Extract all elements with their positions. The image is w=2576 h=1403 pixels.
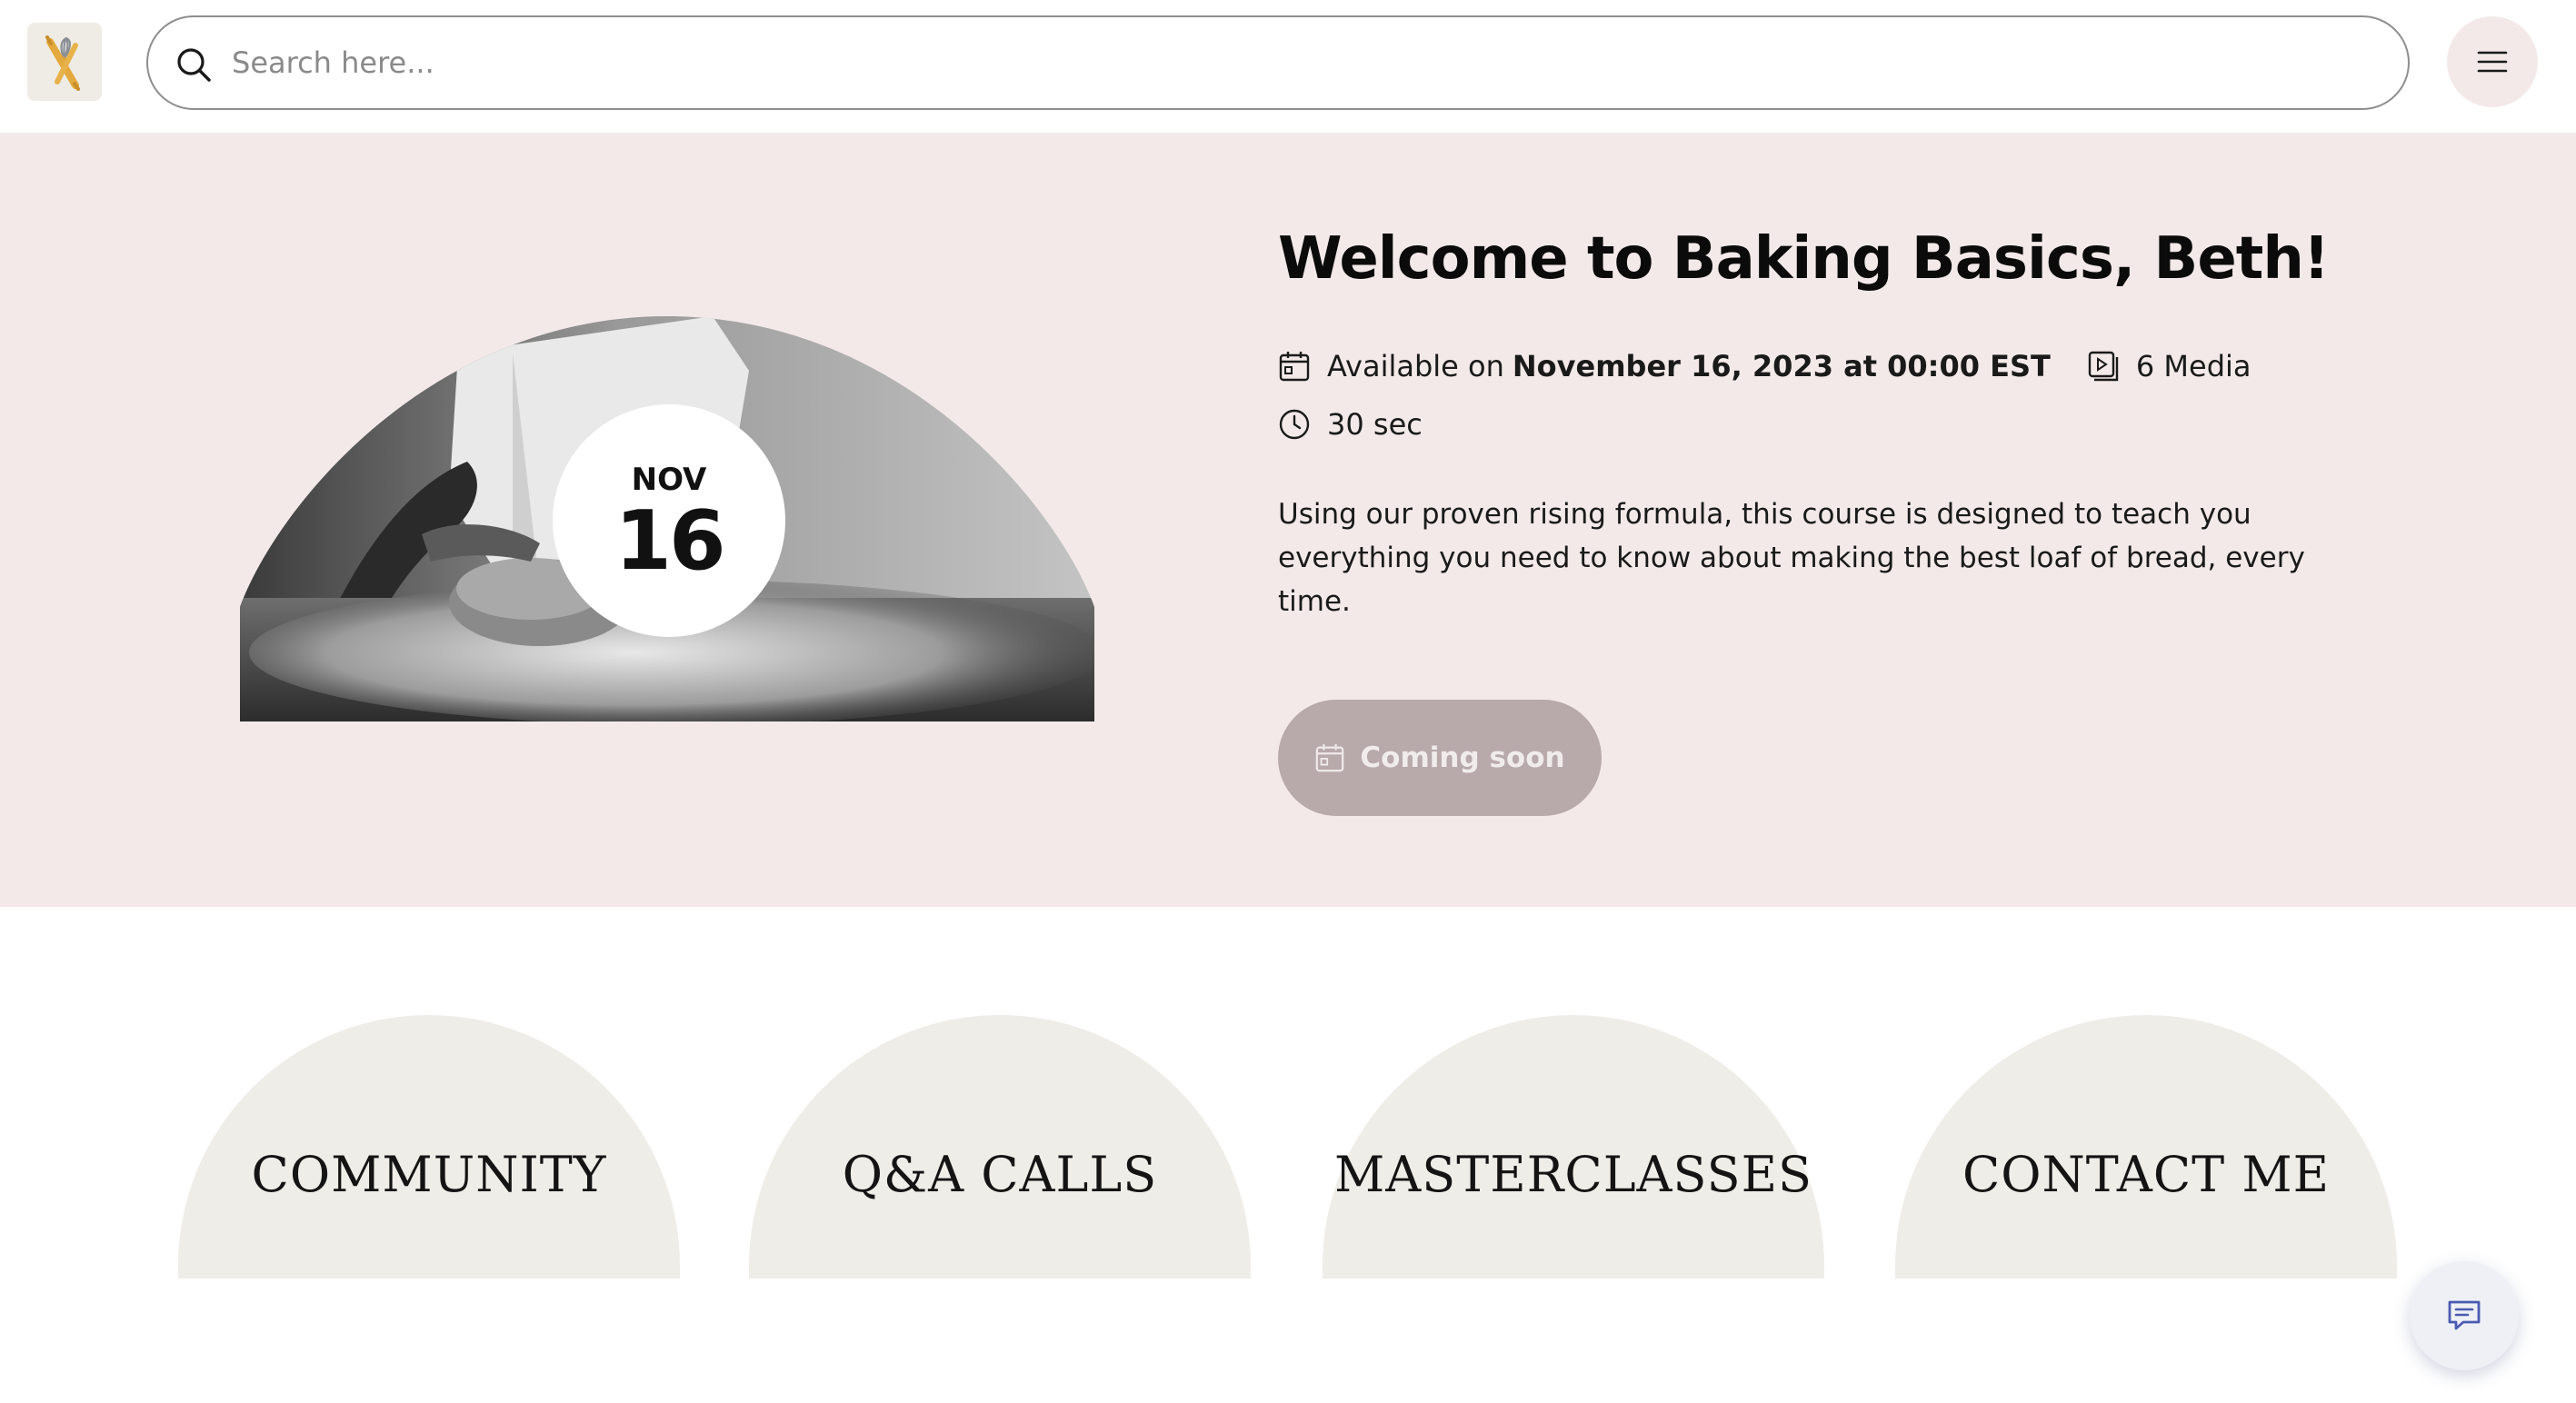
available-date: November 16, 2023 at 00:00 EST [1512, 349, 2051, 383]
calendar-icon [1279, 352, 1310, 382]
nav-tile-contact-me[interactable]: CONTACT ME [1895, 1015, 2397, 1279]
search-input[interactable] [232, 17, 2377, 108]
nav-tile-label: MASTERCLASSES [1334, 1145, 1812, 1203]
coming-soon-button[interactable]: Coming soon [1278, 700, 1602, 816]
clock-icon [1279, 409, 1310, 440]
search-bar[interactable] [146, 15, 2410, 110]
date-badge: NOV 16 [553, 404, 785, 637]
menu-button[interactable] [2447, 16, 2538, 107]
chat-bubble-icon [2448, 1300, 2481, 1330]
hamburger-menu-icon [2477, 51, 2508, 73]
chat-button[interactable] [2410, 1261, 2519, 1370]
nav-tile-qa-calls[interactable]: Q&A CALLS [749, 1015, 1251, 1279]
available-prefix: Available on [1327, 349, 1504, 383]
site-logo[interactable] [27, 23, 102, 101]
media-icon [2088, 351, 2119, 382]
media-count: 6 Media [2135, 349, 2252, 383]
nav-tile-community[interactable]: COMMUNITY [178, 1015, 680, 1279]
coming-soon-label: Coming soon [1360, 741, 1565, 774]
date-month: NOV [631, 462, 707, 498]
rolling-pin-whisk-logo-icon [45, 35, 80, 91]
nav-tile-label: CONTACT ME [1962, 1145, 2331, 1203]
search-icon [177, 48, 211, 82]
availability-row: Available on November 16, 2023 at 00:00 … [1278, 349, 2252, 383]
top-header [0, 0, 2576, 134]
nav-tile-label: Q&A CALLS [842, 1145, 1158, 1203]
nav-tile-masterclasses[interactable]: MASTERCLASSES [1323, 1015, 1824, 1279]
date-day: 16 [614, 493, 725, 589]
duration-row: 30 sec [1278, 407, 1423, 442]
duration-text: 30 sec [1327, 407, 1423, 442]
course-hero: NOV 16 Welcome to Baking Basics, Beth! A… [0, 134, 2576, 907]
course-description: Using our proven rising formula, this co… [1278, 498, 2305, 618]
nav-tile-label: COMMUNITY [251, 1145, 607, 1203]
page-title: Welcome to Baking Basics, Beth! [1278, 225, 2330, 293]
calendar-icon [1316, 743, 1344, 772]
